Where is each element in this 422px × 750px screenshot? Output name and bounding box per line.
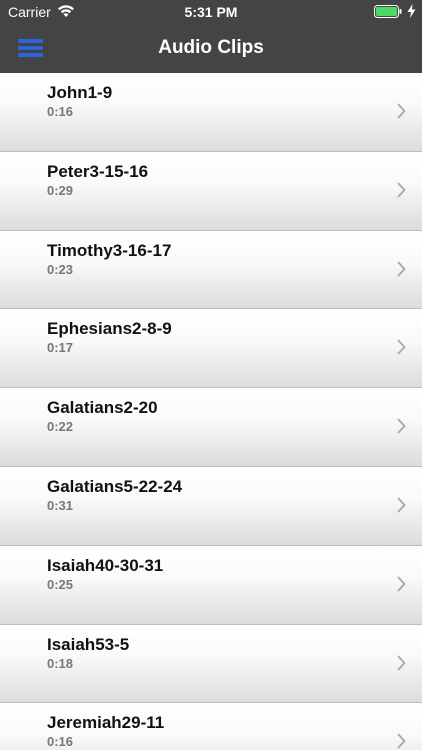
- clip-duration: 0:16: [47, 734, 74, 750]
- clip-duration: 0:18: [47, 655, 74, 671]
- chevron-right-icon: [397, 418, 406, 434]
- clip-title: Ephesians2-8-9: [47, 319, 172, 339]
- clip-duration: 0:22: [47, 419, 74, 435]
- chevron-right-icon: [397, 576, 406, 592]
- chevron-right-icon: [397, 103, 406, 119]
- clip-title: Isaiah40-30-31: [47, 555, 164, 575]
- navigation-bar: Audio Clips: [0, 24, 422, 73]
- audio-clip-list: John1-9 0:16 Peter3-15-16 0:29 Timothy3-…: [0, 73, 422, 750]
- list-item[interactable]: Galatians2-20 0:22: [0, 388, 422, 467]
- clip-title: Jeremiah29-11: [47, 713, 165, 733]
- clip-title: Peter3-15-16: [47, 161, 149, 181]
- clip-duration: 0:17: [47, 340, 74, 356]
- chevron-right-icon: [397, 733, 406, 749]
- status-bar: Carrier 5:31 PM: [0, 0, 422, 24]
- chevron-right-icon: [397, 654, 406, 671]
- list-item[interactable]: Peter3-15-16 0:29: [0, 151, 422, 231]
- list-item[interactable]: Isaiah53-5 0:18: [0, 624, 422, 704]
- clip-duration: 0:31: [47, 497, 74, 513]
- chevron-right-icon: [397, 497, 406, 513]
- clip-title: Galatians5-22-24: [47, 476, 183, 496]
- chevron-right-icon: [397, 260, 406, 277]
- clip-duration: 0:16: [47, 104, 74, 119]
- clip-duration: 0:23: [47, 261, 74, 277]
- top-bar: Carrier 5:31 PM Audio Clips: [0, 0, 422, 73]
- page-title: Audio Clips: [158, 37, 264, 58]
- screen: Carrier 5:31 PM Audio Clips John1-9 0:16…: [0, 0, 422, 750]
- clip-title: John1-9: [47, 83, 113, 102]
- clip-title: Timothy3-16-17: [47, 240, 172, 260]
- list-item[interactable]: John1-9 0:16: [0, 73, 422, 152]
- list-item[interactable]: Isaiah40-30-31 0:25: [0, 545, 422, 625]
- chevron-right-icon: [397, 339, 406, 356]
- clip-title: Isaiah53-5: [47, 634, 130, 654]
- clip-duration: 0:29: [47, 182, 74, 198]
- list-item[interactable]: Timothy3-16-17 0:23: [0, 230, 422, 310]
- chevron-right-icon: [397, 182, 406, 198]
- list-item[interactable]: Jeremiah29-11 0:16: [0, 703, 422, 750]
- status-time: 5:31 PM: [184, 4, 238, 20]
- battery-icon: [374, 5, 402, 18]
- charging-bolt-icon: [407, 4, 416, 18]
- clip-title: Galatians2-20: [47, 398, 158, 418]
- clip-duration: 0:25: [47, 576, 74, 592]
- list-item[interactable]: Galatians5-22-24 0:31: [0, 466, 422, 546]
- list-item[interactable]: Ephesians2-8-9 0:17: [0, 309, 422, 389]
